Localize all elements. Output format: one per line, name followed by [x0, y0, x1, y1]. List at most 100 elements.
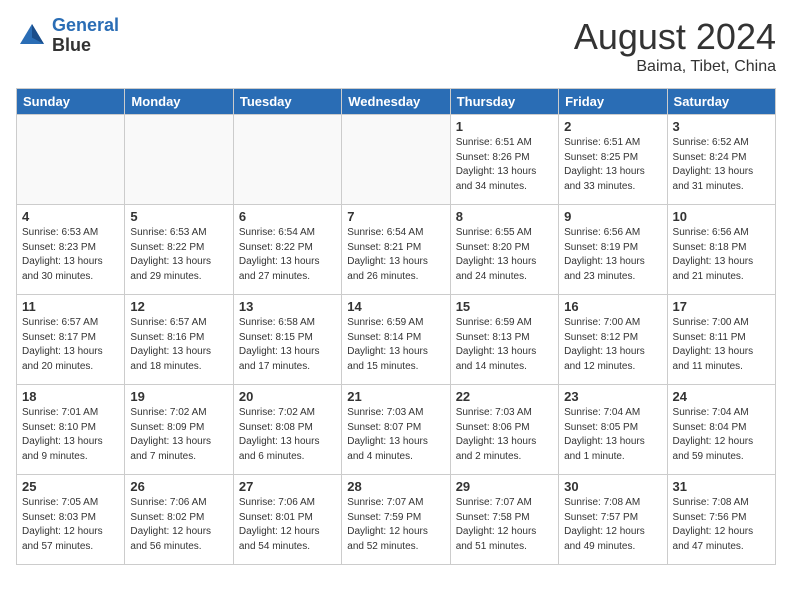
weekday-header-cell: Wednesday — [342, 89, 450, 115]
calendar-day-cell: 9 Sunrise: 6:56 AM Sunset: 8:19 PM Daylig… — [559, 205, 667, 295]
day-info: Sunrise: 7:03 AM Sunset: 8:06 PM Dayligh… — [456, 406, 553, 464]
calendar-day-cell — [342, 115, 450, 205]
weekday-header-cell: Friday — [559, 89, 667, 115]
day-number: 29 — [456, 479, 553, 494]
day-number: 18 — [22, 389, 119, 404]
weekday-header-cell: Monday — [125, 89, 233, 115]
calendar-day-cell: 15 Sunrise: 6:59 AM Sunset: 8:13 PM Dayli… — [450, 295, 558, 385]
day-info: Sunrise: 7:01 AM Sunset: 8:10 PM Dayligh… — [22, 406, 119, 464]
logo-line2: Blue — [52, 36, 119, 56]
weekday-header-row: SundayMondayTuesdayWednesdayThursdayFrid… — [17, 89, 776, 115]
day-info: Sunrise: 7:02 AM Sunset: 8:08 PM Dayligh… — [239, 406, 336, 464]
day-info: Sunrise: 6:57 AM Sunset: 8:17 PM Dayligh… — [22, 316, 119, 374]
calendar-day-cell: 17 Sunrise: 7:00 AM Sunset: 8:11 PM Dayli… — [667, 295, 775, 385]
month-year: August 2024 — [574, 16, 776, 58]
day-info: Sunrise: 6:59 AM Sunset: 8:14 PM Dayligh… — [347, 316, 444, 374]
day-number: 17 — [673, 299, 770, 314]
day-info: Sunrise: 6:51 AM Sunset: 8:25 PM Dayligh… — [564, 136, 661, 194]
day-info: Sunrise: 6:58 AM Sunset: 8:15 PM Dayligh… — [239, 316, 336, 374]
logo-line1: General — [52, 15, 119, 35]
calendar-day-cell: 18 Sunrise: 7:01 AM Sunset: 8:10 PM Dayli… — [17, 385, 125, 475]
day-number: 13 — [239, 299, 336, 314]
day-info: Sunrise: 6:55 AM Sunset: 8:20 PM Dayligh… — [456, 226, 553, 284]
day-number: 23 — [564, 389, 661, 404]
day-number: 25 — [22, 479, 119, 494]
weekday-header-cell: Saturday — [667, 89, 775, 115]
day-info: Sunrise: 7:00 AM Sunset: 8:11 PM Dayligh… — [673, 316, 770, 374]
calendar-day-cell: 11 Sunrise: 6:57 AM Sunset: 8:17 PM Dayli… — [17, 295, 125, 385]
day-number: 11 — [22, 299, 119, 314]
day-info: Sunrise: 7:08 AM Sunset: 7:57 PM Dayligh… — [564, 496, 661, 554]
day-number: 9 — [564, 209, 661, 224]
day-number: 28 — [347, 479, 444, 494]
calendar-table: SundayMondayTuesdayWednesdayThursdayFrid… — [16, 88, 776, 565]
calendar-body: 1 Sunrise: 6:51 AM Sunset: 8:26 PM Daylig… — [17, 115, 776, 565]
calendar-day-cell: 6 Sunrise: 6:54 AM Sunset: 8:22 PM Daylig… — [233, 205, 341, 295]
calendar-day-cell: 3Sunrise: 6:52 AM Sunset: 8:24 PM Daylig… — [667, 115, 775, 205]
calendar-day-cell: 24Sunrise: 7:04 AM Sunset: 8:04 PM Dayli… — [667, 385, 775, 475]
day-number: 21 — [347, 389, 444, 404]
day-info: Sunrise: 7:07 AM Sunset: 7:58 PM Dayligh… — [456, 496, 553, 554]
logo-icon — [16, 20, 48, 52]
calendar-day-cell: 13 Sunrise: 6:58 AM Sunset: 8:15 PM Dayli… — [233, 295, 341, 385]
calendar-day-cell: 27 Sunrise: 7:06 AM Sunset: 8:01 PM Dayli… — [233, 475, 341, 565]
day-number: 7 — [347, 209, 444, 224]
calendar-day-cell: 12Sunrise: 6:57 AM Sunset: 8:16 PM Dayli… — [125, 295, 233, 385]
day-number: 1 — [456, 119, 553, 134]
day-number: 3 — [673, 119, 770, 134]
weekday-header-cell: Sunday — [17, 89, 125, 115]
calendar-day-cell: 19 Sunrise: 7:02 AM Sunset: 8:09 PM Dayli… — [125, 385, 233, 475]
day-number: 30 — [564, 479, 661, 494]
day-number: 2 — [564, 119, 661, 134]
calendar-day-cell: 5Sunrise: 6:53 AM Sunset: 8:22 PM Daylig… — [125, 205, 233, 295]
day-number: 26 — [130, 479, 227, 494]
day-number: 12 — [130, 299, 227, 314]
day-info: Sunrise: 7:08 AM Sunset: 7:56 PM Dayligh… — [673, 496, 770, 554]
day-info: Sunrise: 6:53 AM Sunset: 8:22 PM Dayligh… — [130, 226, 227, 284]
calendar-day-cell: 22 Sunrise: 7:03 AM Sunset: 8:06 PM Dayli… — [450, 385, 558, 475]
day-info: Sunrise: 7:06 AM Sunset: 8:01 PM Dayligh… — [239, 496, 336, 554]
day-number: 19 — [130, 389, 227, 404]
day-number: 8 — [456, 209, 553, 224]
calendar-week-row: 11 Sunrise: 6:57 AM Sunset: 8:17 PM Dayli… — [17, 295, 776, 385]
calendar-day-cell: 30 Sunrise: 7:08 AM Sunset: 7:57 PM Dayli… — [559, 475, 667, 565]
day-info: Sunrise: 7:00 AM Sunset: 8:12 PM Dayligh… — [564, 316, 661, 374]
calendar-day-cell: 16 Sunrise: 7:00 AM Sunset: 8:12 PM Dayli… — [559, 295, 667, 385]
day-info: Sunrise: 7:02 AM Sunset: 8:09 PM Dayligh… — [130, 406, 227, 464]
calendar-day-cell — [125, 115, 233, 205]
weekday-header-cell: Tuesday — [233, 89, 341, 115]
calendar-day-cell: 14 Sunrise: 6:59 AM Sunset: 8:14 PM Dayli… — [342, 295, 450, 385]
day-number: 15 — [456, 299, 553, 314]
weekday-header-cell: Thursday — [450, 89, 558, 115]
calendar-day-cell: 1 Sunrise: 6:51 AM Sunset: 8:26 PM Daylig… — [450, 115, 558, 205]
day-info: Sunrise: 7:05 AM Sunset: 8:03 PM Dayligh… — [22, 496, 119, 554]
day-number: 4 — [22, 209, 119, 224]
day-info: Sunrise: 7:03 AM Sunset: 8:07 PM Dayligh… — [347, 406, 444, 464]
page-header: General Blue August 2024 Baima, Tibet, C… — [16, 16, 776, 76]
calendar-day-cell: 4 Sunrise: 6:53 AM Sunset: 8:23 PM Daylig… — [17, 205, 125, 295]
day-number: 27 — [239, 479, 336, 494]
calendar-week-row: 1 Sunrise: 6:51 AM Sunset: 8:26 PM Daylig… — [17, 115, 776, 205]
calendar-day-cell: 8 Sunrise: 6:55 AM Sunset: 8:20 PM Daylig… — [450, 205, 558, 295]
day-info: Sunrise: 6:59 AM Sunset: 8:13 PM Dayligh… — [456, 316, 553, 374]
day-number: 6 — [239, 209, 336, 224]
day-info: Sunrise: 7:04 AM Sunset: 8:04 PM Dayligh… — [673, 406, 770, 464]
logo-text: General Blue — [52, 16, 119, 56]
day-number: 16 — [564, 299, 661, 314]
calendar-day-cell: 26Sunrise: 7:06 AM Sunset: 8:02 PM Dayli… — [125, 475, 233, 565]
day-number: 20 — [239, 389, 336, 404]
day-info: Sunrise: 6:54 AM Sunset: 8:22 PM Dayligh… — [239, 226, 336, 284]
calendar-day-cell — [233, 115, 341, 205]
day-number: 10 — [673, 209, 770, 224]
day-number: 22 — [456, 389, 553, 404]
day-info: Sunrise: 6:56 AM Sunset: 8:19 PM Dayligh… — [564, 226, 661, 284]
day-info: Sunrise: 7:07 AM Sunset: 7:59 PM Dayligh… — [347, 496, 444, 554]
calendar-day-cell: 20 Sunrise: 7:02 AM Sunset: 8:08 PM Dayli… — [233, 385, 341, 475]
day-number: 14 — [347, 299, 444, 314]
calendar-day-cell — [17, 115, 125, 205]
day-info: Sunrise: 6:53 AM Sunset: 8:23 PM Dayligh… — [22, 226, 119, 284]
calendar-day-cell: 29 Sunrise: 7:07 AM Sunset: 7:58 PM Dayli… — [450, 475, 558, 565]
day-info: Sunrise: 6:51 AM Sunset: 8:26 PM Dayligh… — [456, 136, 553, 194]
calendar-day-cell: 28 Sunrise: 7:07 AM Sunset: 7:59 PM Dayli… — [342, 475, 450, 565]
calendar-day-cell: 25 Sunrise: 7:05 AM Sunset: 8:03 PM Dayli… — [17, 475, 125, 565]
